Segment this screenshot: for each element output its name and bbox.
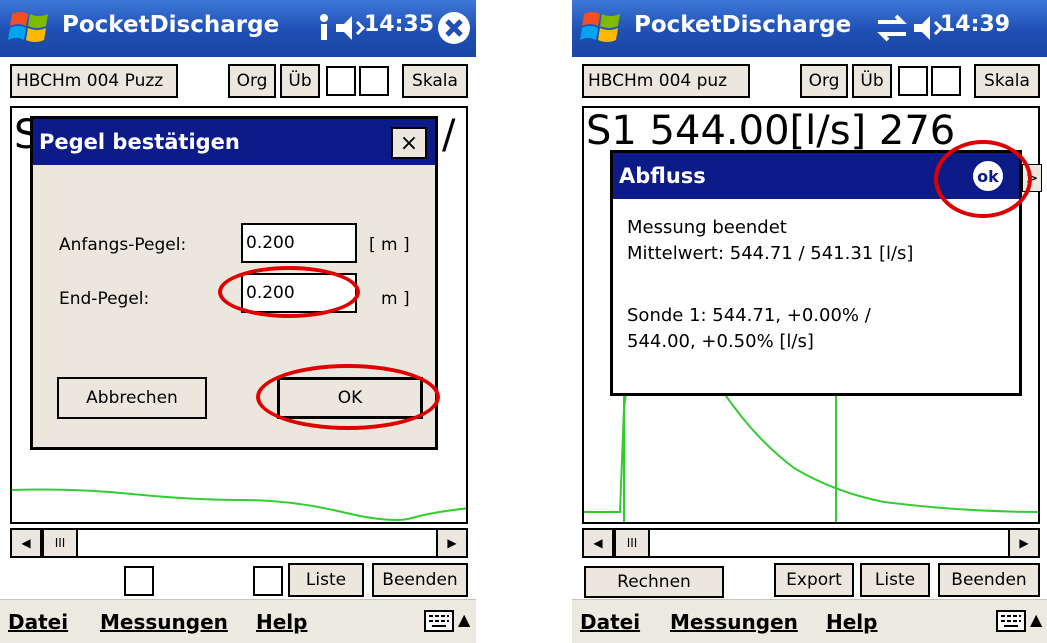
menu-datei[interactable]: Datei bbox=[8, 610, 68, 634]
checkbox-2[interactable] bbox=[359, 66, 389, 96]
title-bar: PocketDischarge 14:35 bbox=[0, 0, 476, 57]
liste-button[interactable]: Liste bbox=[288, 563, 364, 597]
device-select[interactable]: HBCHm 004 puz bbox=[582, 64, 750, 98]
sync-icon[interactable] bbox=[872, 8, 912, 48]
annotation-circle-end-level bbox=[218, 266, 360, 318]
start-level-input[interactable]: 0.200 bbox=[241, 223, 357, 263]
dialog-title: Pegel bestätigen bbox=[33, 119, 435, 165]
scroll-thumb[interactable]: III bbox=[614, 530, 650, 556]
windows-start-icon[interactable] bbox=[580, 8, 624, 48]
dialog-close-button[interactable]: × bbox=[391, 127, 427, 159]
horizontal-scrollbar[interactable]: ◀ III ▶ bbox=[582, 528, 1040, 558]
checkbox-2[interactable] bbox=[931, 66, 961, 96]
menu-help[interactable]: Help bbox=[826, 610, 877, 634]
menu-messungen[interactable]: Messungen bbox=[100, 610, 228, 634]
skala-button[interactable]: Skala bbox=[402, 64, 468, 98]
horizontal-scrollbar[interactable]: ◀ III ▶ bbox=[10, 528, 468, 558]
close-circle-icon[interactable] bbox=[434, 8, 474, 48]
right-device-screen: PocketDischarge 14:39 HBCHm 004 puz Org … bbox=[572, 0, 1047, 643]
result-line-2: Mittelwert: 544.71 / 541.31 [l/s] bbox=[627, 243, 914, 264]
org-button[interactable]: Org bbox=[228, 64, 276, 98]
end-level-unit: m ] bbox=[381, 289, 410, 309]
start-level-label: Anfangs-Pegel: bbox=[59, 235, 187, 255]
device-select[interactable]: HBCHm 004 Puzz bbox=[10, 64, 178, 98]
result-line-4: 544.00, +0.50% [l/s] bbox=[627, 331, 814, 352]
keyboard-icon[interactable] bbox=[424, 608, 454, 634]
scroll-thumb[interactable]: III bbox=[42, 530, 78, 556]
cancel-button[interactable]: Abbrechen bbox=[57, 377, 207, 419]
ub-button[interactable]: Üb bbox=[852, 64, 892, 98]
liste-button[interactable]: Liste bbox=[860, 563, 930, 597]
ub-button[interactable]: Üb bbox=[280, 64, 320, 98]
org-button[interactable]: Org bbox=[800, 64, 848, 98]
checkbox-3[interactable] bbox=[124, 566, 154, 596]
skala-button[interactable]: Skala bbox=[974, 64, 1040, 98]
annotation-circle-ok bbox=[934, 140, 1032, 218]
keyboard-icon[interactable] bbox=[996, 608, 1026, 634]
readout: S1 544.00[l/s] 276 bbox=[586, 108, 956, 154]
beenden-button[interactable]: Beenden bbox=[372, 563, 468, 597]
windows-start-icon[interactable] bbox=[8, 8, 52, 48]
keyboard-up-arrow-icon[interactable]: ▲ bbox=[458, 610, 470, 629]
menu-datei[interactable]: Datei bbox=[580, 610, 640, 634]
result-line-3: Sonde 1: 544.71, +0.00% / bbox=[627, 305, 871, 326]
menu-messungen[interactable]: Messungen bbox=[670, 610, 798, 634]
start-level-unit: [ m ] bbox=[369, 235, 410, 255]
checkbox-1[interactable] bbox=[898, 66, 928, 96]
annotation-circle-ok bbox=[256, 364, 440, 430]
export-button[interactable]: Export bbox=[774, 563, 854, 597]
checkbox-1[interactable] bbox=[326, 66, 356, 96]
menu-bar: Datei Messungen Help ▲ bbox=[0, 599, 476, 643]
left-device-screen: PocketDischarge 14:35 HBCHm 004 Puzz Org… bbox=[0, 0, 476, 643]
scroll-left-arrow-icon[interactable]: ◀ bbox=[12, 530, 42, 556]
rechnen-button[interactable]: Rechnen bbox=[584, 566, 724, 598]
menu-bar: Datei Messungen Help ▲ bbox=[572, 599, 1047, 643]
beenden-button[interactable]: Beenden bbox=[938, 563, 1040, 597]
result-line-1: Messung beendet bbox=[627, 217, 787, 238]
checkbox-4[interactable] bbox=[253, 566, 283, 596]
clock: 14:35 bbox=[364, 12, 435, 37]
title-bar: PocketDischarge 14:39 bbox=[572, 0, 1047, 57]
scroll-right-arrow-icon[interactable]: ▶ bbox=[436, 530, 466, 556]
menu-help[interactable]: Help bbox=[256, 610, 307, 634]
clock: 14:39 bbox=[940, 12, 1011, 37]
end-level-label: End-Pegel: bbox=[59, 289, 150, 309]
readout-fragment: / bbox=[442, 112, 456, 158]
app-title: PocketDischarge bbox=[634, 12, 852, 38]
keyboard-up-arrow-icon[interactable]: ▲ bbox=[1030, 610, 1042, 629]
scroll-left-arrow-icon[interactable]: ◀ bbox=[584, 530, 614, 556]
app-title: PocketDischarge bbox=[62, 12, 280, 38]
scroll-right-arrow-icon[interactable]: ▶ bbox=[1008, 530, 1038, 556]
